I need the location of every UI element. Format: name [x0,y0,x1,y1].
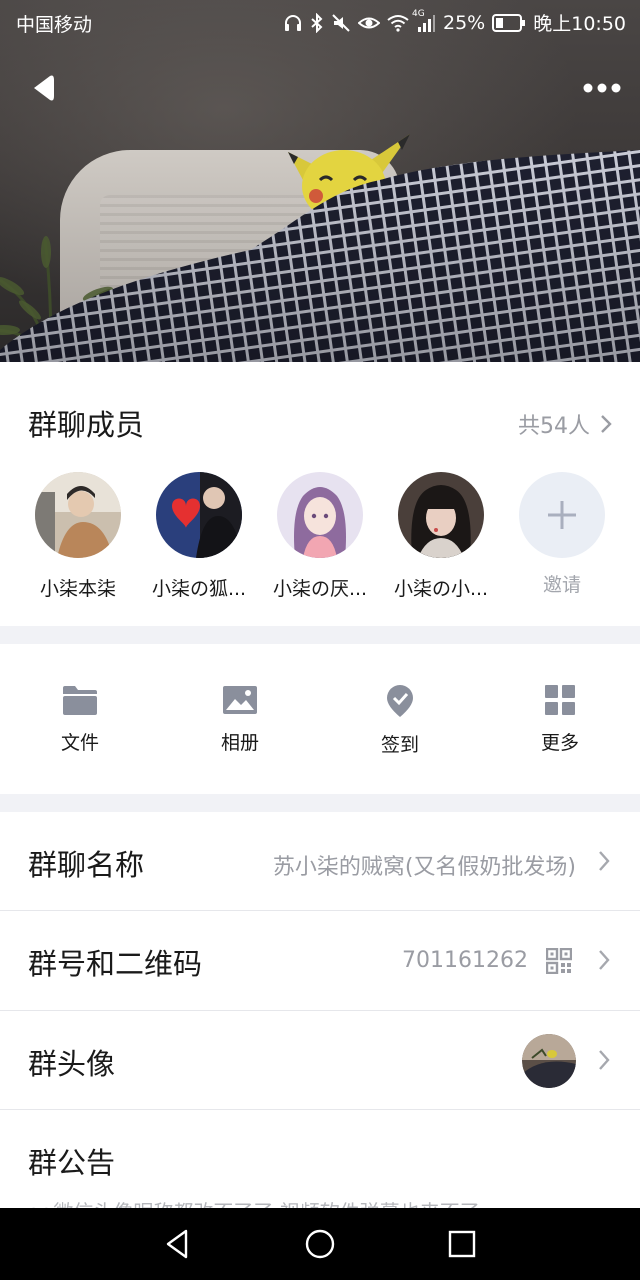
member-item[interactable]: 小柒の小... [381,472,501,601]
member-name: 小柒の小... [393,578,489,600]
battery-icon [492,13,526,32]
status-icons: 4G 25% 晚上10:50 [283,9,626,36]
section-divider [0,794,640,812]
group-name-row[interactable]: 群聊名称 苏小柒的贼窝(又名假奶批发场) [0,812,640,911]
nav-back-icon[interactable] [162,1228,194,1260]
avatar [277,472,363,558]
photo-album-icon [223,686,257,714]
group-avatar-row[interactable]: 群头像 [0,1011,640,1110]
more-functions-label: 更多 [540,732,579,754]
headphones-icon [285,14,301,31]
group-members-section: 群聊成员 共54人 小柒本柒 小柒の狐... 小柒の厌... 小柒の小... 邀… [0,362,640,626]
avatar [398,472,484,558]
avatar [35,472,121,558]
chevron-right-icon [599,950,610,970]
avatar [156,472,242,558]
group-number-label: 群号和二维码 [28,947,203,981]
group-cover-photo: 中国移动 4G 25% 晚上10:50 [0,0,640,362]
group-number-value: 701161262 [402,948,528,973]
files-label: 文件 [60,732,99,754]
cell-signal: 4G [412,9,436,33]
album-button[interactable]: 相册 [180,684,300,755]
album-label: 相册 [220,732,259,754]
plus-icon [548,501,576,529]
signal-icon [418,14,435,32]
chevron-right-icon [599,1050,610,1070]
clock: 晚上10:50 [533,13,626,35]
member-name: 小柒の狐... [151,578,247,600]
files-button[interactable]: 文件 [20,684,140,755]
members-count-link[interactable]: 共54人 [518,408,612,440]
group-name-label: 群聊名称 [28,848,145,882]
system-navigation-bar [0,1208,640,1280]
chevron-right-icon [599,851,610,871]
more-options-icon[interactable] [580,74,624,102]
members-title: 群聊成员 [28,408,145,442]
invite-member-button[interactable]: 邀请 [502,472,622,597]
status-bar: 中国移动 4G 25% 晚上10:50 [0,0,640,44]
group-avatar-thumbnail [522,1034,576,1088]
member-name: 小柒本柒 [39,578,116,600]
folder-icon [63,686,97,715]
group-functions: 文件 相册 签到 更多 [0,644,640,794]
check-in-icon [387,685,413,717]
group-avatar-label: 群头像 [28,1047,116,1081]
group-notice-row[interactable]: 群公告 [0,1110,640,1208]
plaid-blanket [0,150,640,362]
back-arrow-icon[interactable] [28,72,64,104]
chevron-right-icon [601,415,612,433]
bluetooth-icon [311,12,323,33]
more-functions-button[interactable]: 更多 [500,684,620,755]
invite-label: 邀请 [542,574,581,596]
check-in-label: 签到 [380,734,419,756]
invite-circle [519,472,605,558]
group-name-value: 苏小柒的贼窝(又名假奶批发场) [272,855,576,880]
wifi-icon [387,14,409,32]
qr-code-icon [546,948,572,974]
battery-percent: 25% [443,11,486,34]
member-item[interactable]: 小柒本柒 [18,472,138,601]
nav-home-icon[interactable] [304,1228,336,1260]
members-count: 共54人 [518,414,590,439]
grid-more-icon [545,685,575,715]
member-item[interactable]: 小柒の厌... [260,472,380,601]
member-name: 小柒の厌... [272,578,368,600]
check-in-button[interactable]: 签到 [340,684,460,757]
section-divider [0,626,640,644]
carrier-name: 中国移动 [16,14,93,36]
nav-recents-icon[interactable] [446,1228,478,1260]
member-item[interactable]: 小柒の狐... [139,472,259,601]
group-number-row[interactable]: 群号和二维码 701161262 [0,911,640,1010]
eye-comfort-icon [358,17,380,28]
group-notice-label: 群公告 [28,1146,116,1180]
mute-icon [332,13,350,32]
